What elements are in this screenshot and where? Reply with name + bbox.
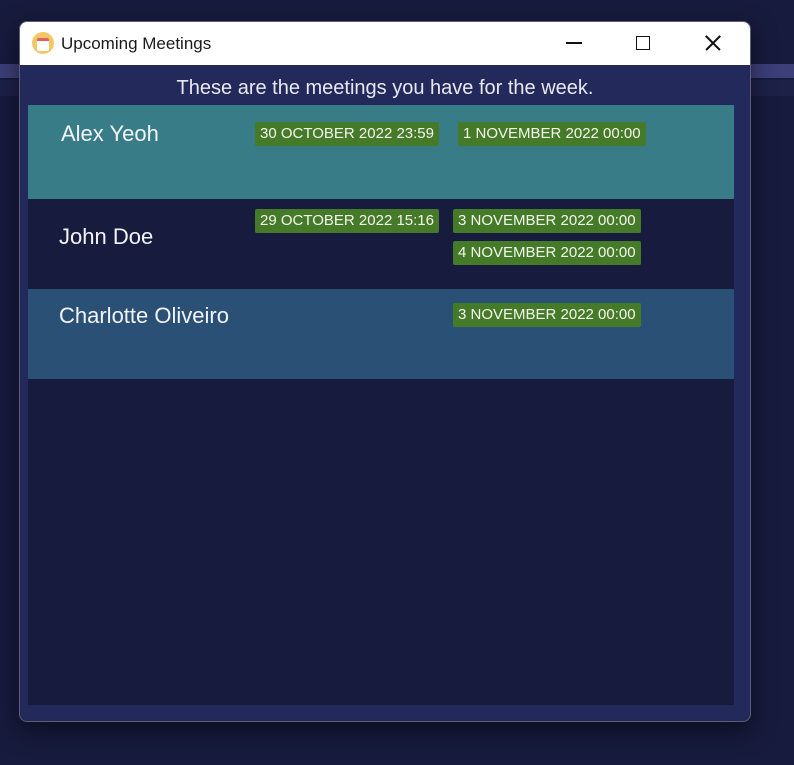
list-item[interactable]: John Doe 29 OCTOBER 2022 15:16 3 NOVEMBE… [28, 199, 734, 289]
meeting-date-tag: 29 OCTOBER 2022 15:16 [255, 209, 439, 233]
person-name: John Doe [59, 224, 154, 249]
list-item[interactable]: Alex Yeoh 30 OCTOBER 2022 23:59 1 NOVEMB… [28, 105, 734, 199]
list-item[interactable]: Charlotte Oliveiro 3 NOVEMBER 2022 00:00 [28, 289, 734, 379]
person-name: Alex Yeoh [61, 121, 159, 146]
meeting-date-tag: 1 NOVEMBER 2022 00:00 [458, 122, 646, 146]
calendar-icon [32, 32, 54, 54]
person-name: Charlotte Oliveiro [59, 303, 229, 328]
title-bar[interactable]: Upcoming Meetings [20, 22, 750, 65]
meeting-date-tag: 3 NOVEMBER 2022 00:00 [453, 303, 641, 327]
close-button[interactable] [690, 22, 736, 65]
meeting-date-tag: 4 NOVEMBER 2022 00:00 [453, 241, 641, 265]
minimize-button[interactable] [552, 22, 598, 65]
maximize-button[interactable] [620, 22, 666, 65]
meetings-window: Upcoming Meetings These are the meetings… [19, 21, 751, 722]
meetings-list[interactable]: Alex Yeoh 30 OCTOBER 2022 23:59 1 NOVEMB… [28, 105, 734, 705]
meeting-date-tag: 3 NOVEMBER 2022 00:00 [453, 209, 641, 233]
page-heading: These are the meetings you have for the … [176, 77, 594, 99]
window-title: Upcoming Meetings [61, 34, 212, 53]
meeting-date-tag: 30 OCTOBER 2022 23:59 [255, 122, 439, 146]
